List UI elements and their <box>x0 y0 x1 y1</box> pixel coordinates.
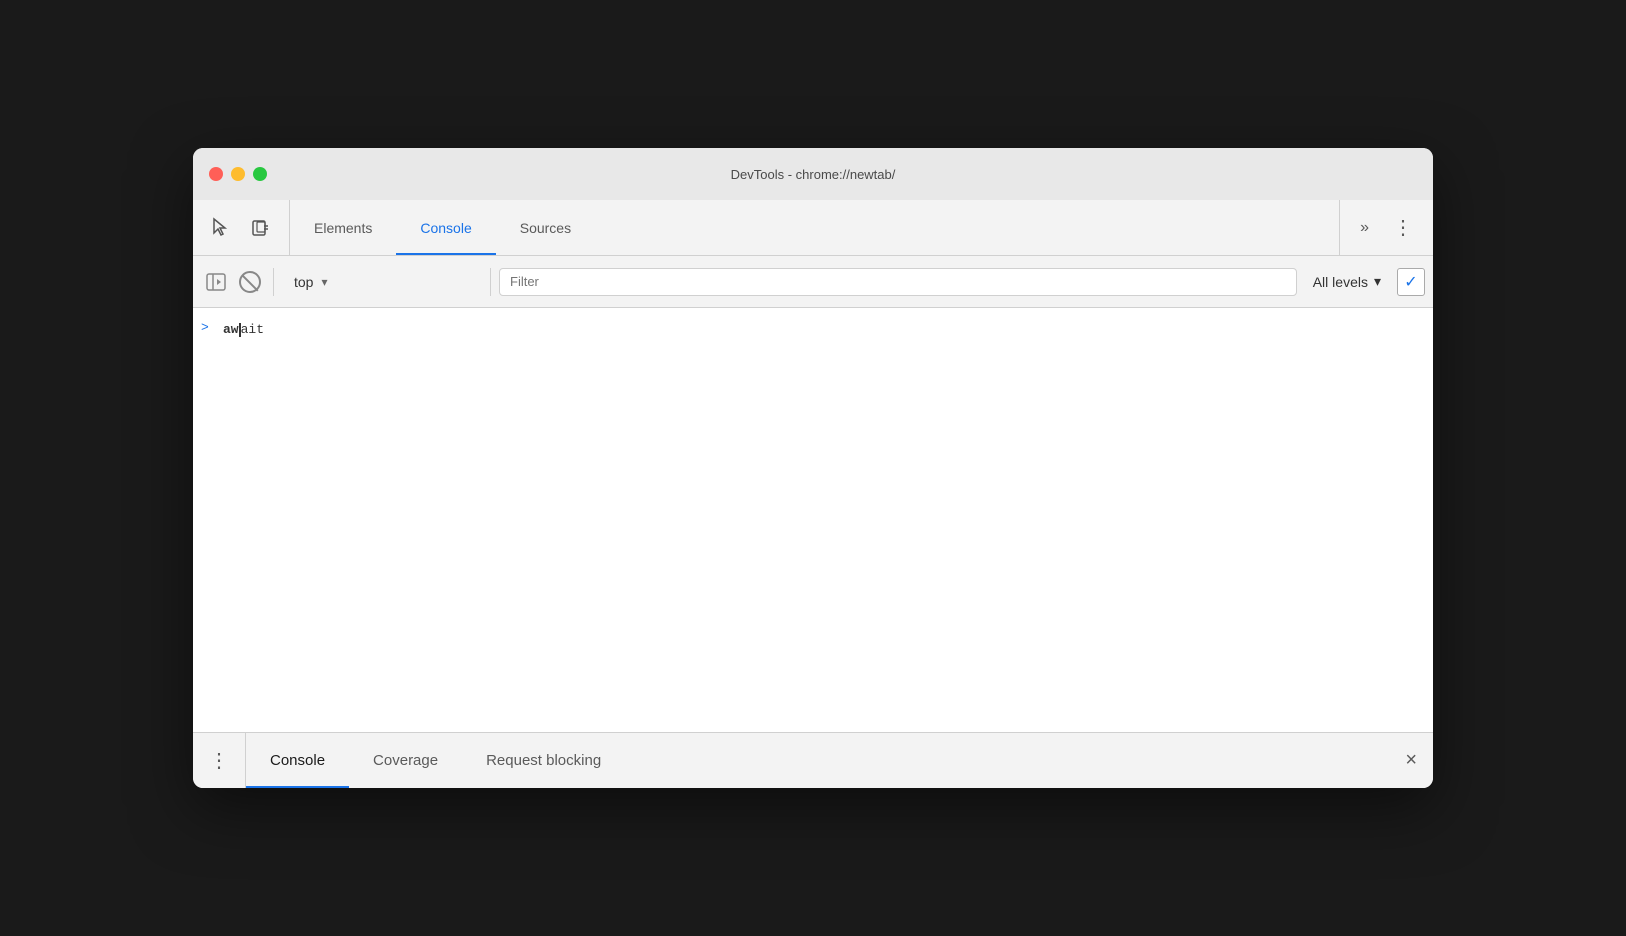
bottom-tab-coverage[interactable]: Coverage <box>349 733 462 788</box>
inspect-icon-button[interactable] <box>205 212 237 244</box>
window-title: DevTools - chrome://newtab/ <box>731 167 896 182</box>
bottom-tab-console[interactable]: Console <box>246 733 349 788</box>
toolbar-divider-1 <box>273 268 274 296</box>
entry-content: await <box>223 320 1425 340</box>
bottom-panel: ⋮ Console Coverage Request blocking × <box>193 732 1433 788</box>
tab-sources[interactable]: Sources <box>496 200 595 255</box>
bottom-close-button[interactable]: × <box>1389 733 1433 788</box>
clear-console-button[interactable] <box>235 267 265 297</box>
devtools-toolbar: Elements Console Sources » ⋮ <box>193 200 1433 256</box>
filter-input[interactable] <box>499 268 1297 296</box>
sidebar-icon <box>205 271 227 293</box>
bottom-tabs: Console Coverage Request blocking <box>246 733 1389 788</box>
toolbar-divider-2 <box>490 268 491 296</box>
device-icon <box>250 217 272 239</box>
context-dropdown-arrow: ▾ <box>321 275 327 289</box>
level-dropdown-arrow: ▾ <box>1374 273 1381 290</box>
close-button[interactable] <box>209 167 223 181</box>
title-bar: DevTools - chrome://newtab/ <box>193 148 1433 200</box>
traffic-lights <box>209 167 267 181</box>
more-options-button[interactable]: ⋮ <box>1385 211 1421 244</box>
level-label: All levels <box>1313 274 1368 290</box>
maximize-button[interactable] <box>253 167 267 181</box>
tab-elements[interactable]: Elements <box>290 200 396 255</box>
minimize-button[interactable] <box>231 167 245 181</box>
entry-expand-arrow[interactable]: > <box>201 320 215 335</box>
more-tabs-button[interactable]: » <box>1352 215 1377 241</box>
check-icon: ✓ <box>1404 272 1417 292</box>
main-tabs: Elements Console Sources <box>290 200 1339 255</box>
console-toolbar: top ▾ All levels ▾ ✓ <box>193 256 1433 308</box>
close-icon: × <box>1405 749 1417 772</box>
bottom-more-icon: ⋮ <box>209 748 229 773</box>
show-console-sidebar-button[interactable] <box>201 267 231 297</box>
toolbar-right: » ⋮ <box>1339 200 1433 255</box>
no-entry-icon <box>239 271 261 293</box>
context-label: top <box>294 274 313 290</box>
entry-normal-text: ait <box>241 322 264 337</box>
console-main[interactable]: > await <box>193 308 1433 732</box>
bottom-more-button[interactable]: ⋮ <box>193 733 246 788</box>
device-toggle-button[interactable] <box>245 212 277 244</box>
tab-console[interactable]: Console <box>396 200 495 255</box>
console-entry: > await <box>193 316 1433 344</box>
level-selector[interactable]: All levels ▾ <box>1301 269 1393 294</box>
cursor-icon <box>210 217 232 239</box>
bottom-tab-request-blocking[interactable]: Request blocking <box>462 733 625 788</box>
entry-bold-text: aw <box>223 322 239 337</box>
checkbox-button[interactable]: ✓ <box>1397 268 1425 296</box>
toolbar-icon-group <box>193 200 290 255</box>
devtools-window: DevTools - chrome://newtab/ <box>193 148 1433 788</box>
context-selector[interactable]: top ▾ <box>282 270 482 294</box>
